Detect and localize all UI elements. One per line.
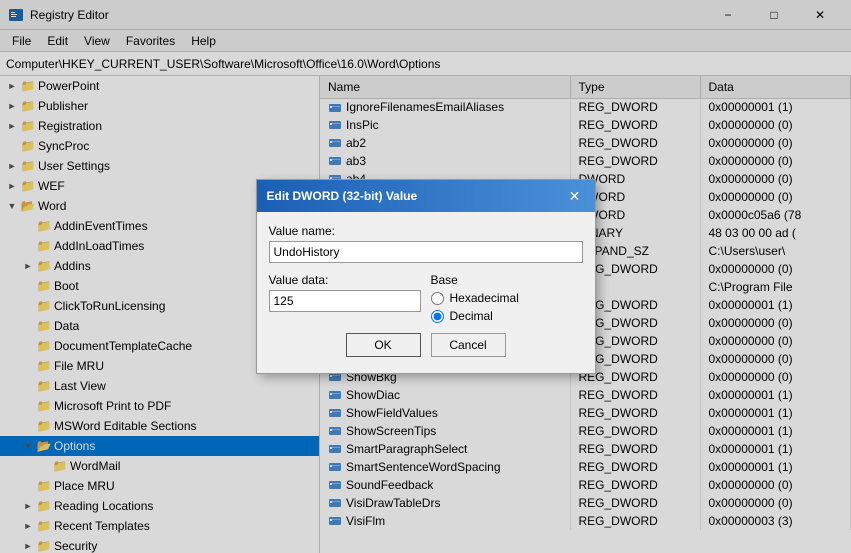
dialog-data-base-row: Value data: Base Hexadecimal Decimal: [269, 273, 583, 327]
value-name-input[interactable]: [269, 241, 583, 263]
dialog-body: Value name: Value data: Base Hexadecimal: [257, 212, 595, 373]
hex-radio[interactable]: [431, 292, 444, 305]
hex-radio-row: Hexadecimal: [431, 291, 583, 305]
dialog-title-bar: Edit DWORD (32-bit) Value ✕: [257, 180, 595, 212]
dialog-buttons: OK Cancel: [269, 327, 583, 361]
hex-label: Hexadecimal: [450, 291, 519, 305]
dialog-title-text: Edit DWORD (32-bit) Value: [267, 189, 418, 203]
decimal-label: Decimal: [450, 309, 493, 323]
base-label: Base: [431, 273, 583, 287]
dialog-close-button[interactable]: ✕: [565, 186, 585, 206]
value-data-section: Value data:: [269, 273, 421, 327]
value-name-label: Value name:: [269, 224, 583, 238]
decimal-radio[interactable]: [431, 310, 444, 323]
dialog-overlay: Edit DWORD (32-bit) Value ✕ Value name: …: [0, 0, 851, 553]
decimal-radio-row: Decimal: [431, 309, 583, 323]
value-name-field: Value name:: [269, 224, 583, 263]
value-data-label: Value data:: [269, 273, 421, 287]
value-data-input[interactable]: [269, 290, 421, 312]
ok-button[interactable]: OK: [346, 333, 421, 357]
cancel-button[interactable]: Cancel: [431, 333, 506, 357]
base-section: Base Hexadecimal Decimal: [431, 273, 583, 327]
edit-dword-dialog: Edit DWORD (32-bit) Value ✕ Value name: …: [256, 179, 596, 374]
